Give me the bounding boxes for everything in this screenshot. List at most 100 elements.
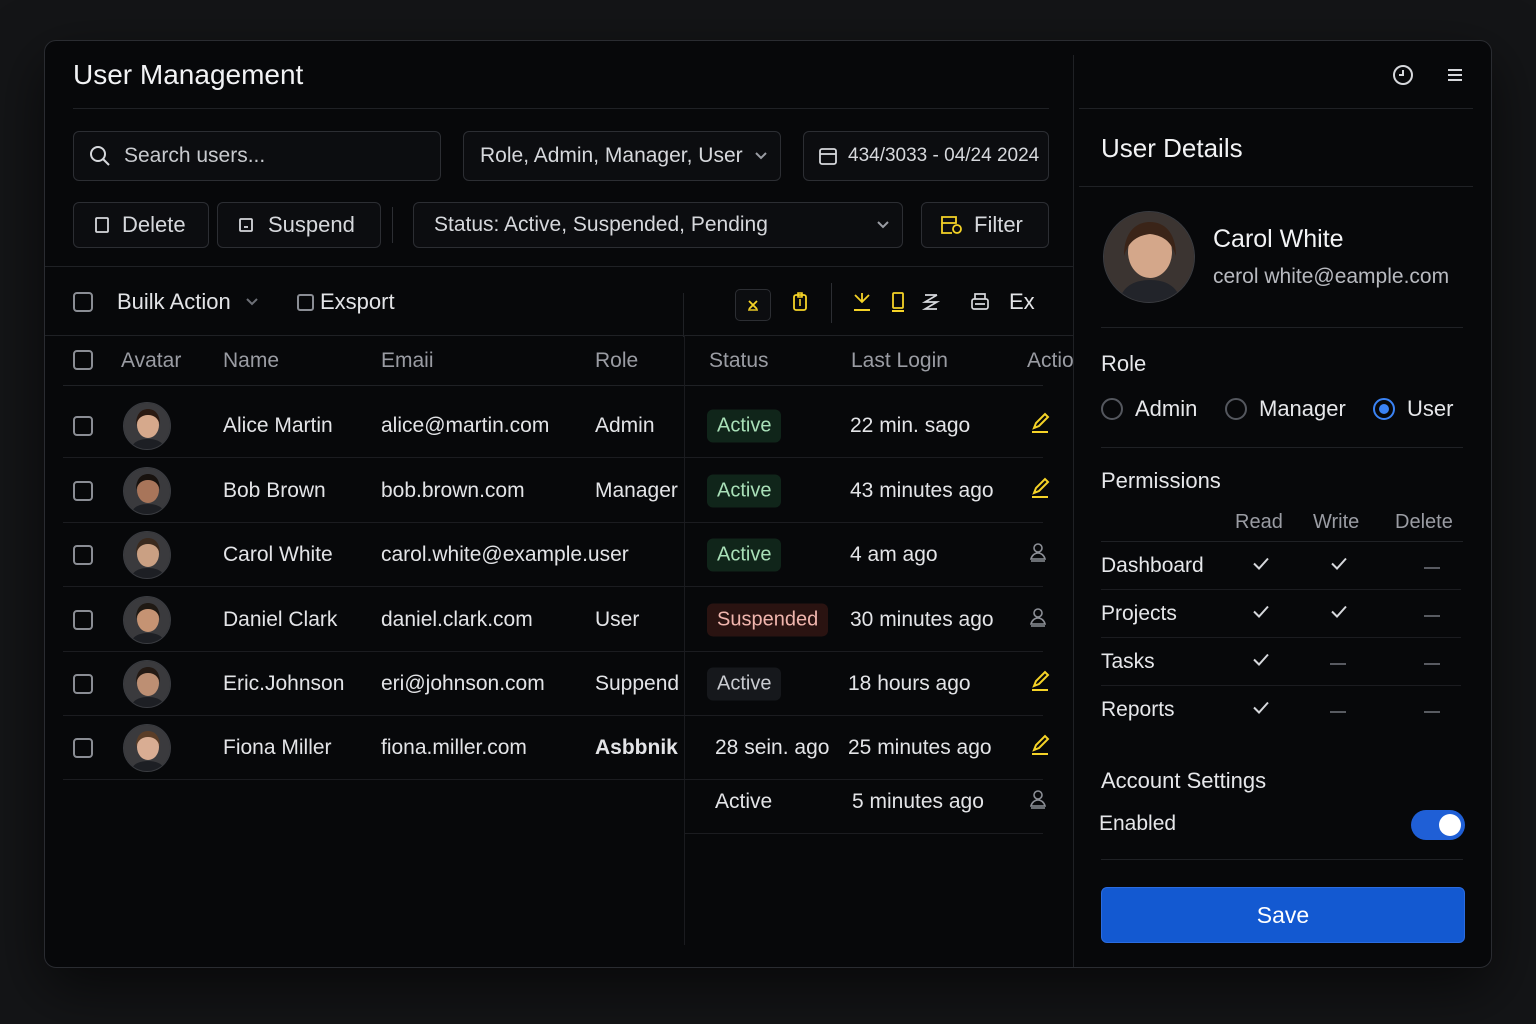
history-icon[interactable] [1391,63,1415,87]
row-divider [685,833,1043,834]
user-role: Asbbnik [595,736,678,759]
row-divider [63,586,1043,587]
search-icon [90,146,110,166]
table-row[interactable]: Alice Martin alice@martin.com Admin Active 2… [45,394,1073,458]
chevron-down-icon [877,221,889,229]
toolbar-separator [392,207,393,243]
search-placeholder: Search users... [124,144,266,167]
select-all-checkbox[interactable] [73,350,93,370]
filter-button[interactable]: Filter [921,202,1049,248]
column-header-last-login[interactable]: Last Login [851,349,948,373]
delete-button[interactable]: Delete [73,202,209,248]
toolbar-separator [831,283,832,323]
user-name: Alice Martin [223,414,333,437]
column-header-actions: Actio [1027,349,1073,372]
status-filter-value: Status: Active, Suspended, Pending [434,213,768,236]
role-option-manager: Manager [1259,396,1346,421]
export-more-label[interactable]: Ex [1009,289,1035,315]
avatar [123,531,171,579]
print-icon[interactable] [969,291,991,318]
radio-manager [1225,398,1247,420]
export-toggle[interactable]: Exsport [297,289,395,315]
row-checkbox[interactable] [73,610,93,630]
sort-icon[interactable] [921,291,941,318]
enabled-toggle[interactable] [1411,810,1465,840]
column-header-email[interactable]: Emaii [381,349,434,373]
filter-label: Filter [974,212,1023,237]
table-row[interactable]: Bob Brown bob.brown.com Manager Active 43 mi… [45,459,1073,523]
column-header-name[interactable]: Name [223,349,279,373]
pane-header-divider [1079,108,1473,109]
dash-icon[interactable] [1329,653,1347,671]
calendar-icon [819,148,837,165]
check-icon[interactable] [1251,700,1271,721]
perm-header-write: Write [1313,511,1360,533]
edit-icon[interactable] [1029,669,1051,699]
details-title-divider [1079,186,1473,187]
column-header-status[interactable]: Status [709,349,769,373]
edit-icon[interactable] [1029,476,1051,506]
document-icon[interactable] [890,291,906,318]
check-icon[interactable] [1329,556,1349,577]
menu-icon[interactable] [1445,65,1465,85]
row-checkbox[interactable] [73,481,93,501]
filters-divider [45,266,1073,267]
check-icon[interactable] [1251,556,1271,577]
user-icon[interactable] [1029,541,1047,569]
user-icon[interactable] [1029,606,1047,634]
row-checkbox[interactable] [73,738,93,758]
dash-icon[interactable] [1423,605,1441,623]
export-label: Exsport [320,289,395,314]
search-input[interactable]: Search users... [73,131,441,181]
user-role: Manager [595,479,678,502]
avatar [123,724,171,772]
row-checkbox[interactable] [73,674,93,694]
dash-icon[interactable] [1329,701,1347,719]
table-row[interactable]: Carol White carol.white@example.user Activ… [45,523,1073,587]
dash-icon[interactable] [1423,653,1441,671]
check-icon[interactable] [1251,604,1271,625]
export-checkbox [297,293,314,311]
role-radio-manager[interactable]: Manager [1225,396,1346,422]
dash-icon[interactable] [1423,557,1441,575]
clear-icon[interactable] [735,289,771,321]
role-filter-select[interactable]: Role, Admin, Manager, User [463,131,781,181]
table-row[interactable]: Eric.Johnson eri@johnson.com Suppend Active… [45,652,1073,716]
row-divider [63,457,1043,458]
download-icon[interactable] [851,291,873,318]
filter-icon [941,216,962,234]
status-filter-select[interactable]: Status: Active, Suspended, Pending [413,202,903,248]
last-login: 25 minutes ago [848,736,992,759]
dash-icon[interactable] [1423,701,1441,719]
row-checkbox[interactable] [73,545,93,565]
clipboard-icon[interactable] [791,291,809,318]
date-range-value: 434/3033 - 04/24 2024 [848,145,1040,166]
suspend-icon [239,218,253,232]
avatar [123,467,171,515]
table-row[interactable]: Active 5 minutes ago [45,770,1073,834]
check-icon[interactable] [1251,652,1271,673]
role-filter-value: Role, Admin, Manager, User [480,144,743,167]
avatar [123,596,171,644]
status-badge: Active [707,538,782,572]
user-name: Eric.Johnson [223,672,345,695]
edit-icon[interactable] [1029,733,1051,763]
role-label: Role [1101,351,1147,376]
check-icon[interactable] [1329,604,1349,625]
role-radio-user[interactable]: User [1373,396,1453,422]
user-email: eri@johnson.com [381,672,545,695]
row-checkbox[interactable] [73,416,93,436]
last-login: 30 minutes ago [850,608,994,631]
column-header-role[interactable]: Role [595,349,638,373]
bulk-select-checkbox[interactable] [73,292,93,312]
table-row[interactable]: Daniel Clark daniel.clark.com User Suspende… [45,588,1073,652]
delete-label: Delete [122,212,186,237]
suspend-button[interactable]: Suspend [217,202,381,248]
user-icon[interactable] [1029,788,1047,816]
edit-icon[interactable] [1029,411,1051,441]
save-button[interactable]: Save [1101,887,1465,943]
date-range-picker[interactable]: 434/3033 - 04/24 2024 [803,131,1049,181]
role-radio-admin[interactable]: Admin [1101,396,1197,422]
permission-row: Dashboard [1101,542,1461,590]
bulk-action-dropdown[interactable]: Builk Action [117,289,259,315]
